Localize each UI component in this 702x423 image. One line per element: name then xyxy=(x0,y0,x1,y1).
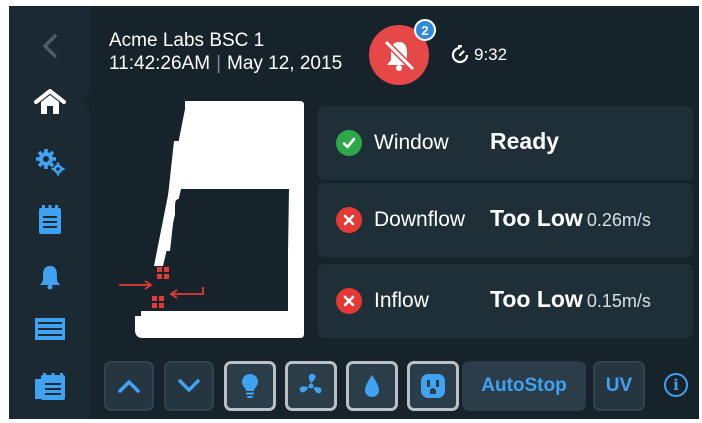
status-panel-inflow: Inflow Too Low 0.15m/s xyxy=(318,264,693,338)
timer-icon xyxy=(451,45,469,64)
cabinet-diagram xyxy=(119,101,304,338)
datetime-separator: | xyxy=(216,53,221,74)
water-drop-icon xyxy=(365,375,379,397)
home-icon xyxy=(33,89,66,114)
status-panel-downflow: Downflow Too Low 0.26m/s xyxy=(318,183,693,257)
app-screen: Acme Labs BSC 1 11:42:26AM | May 12, 2015 … xyxy=(9,6,699,419)
sidebar-item-filters[interactable] xyxy=(9,303,90,355)
sidebar-item-home[interactable] xyxy=(9,76,90,128)
gas-valve-toggle[interactable] xyxy=(346,361,398,411)
downflow-sensor-dots xyxy=(157,267,169,279)
status-label: Downflow xyxy=(374,208,466,231)
bell-icon xyxy=(39,266,60,290)
clipboard-icon xyxy=(38,205,61,234)
status-value: Too Low 0.15m/s xyxy=(490,286,651,313)
bell-muted-icon xyxy=(383,39,416,72)
fan-icon xyxy=(299,373,322,394)
active-nav-indicator xyxy=(81,92,90,110)
status-text: Too Low xyxy=(490,286,583,312)
clock-time: 11:42:26AM xyxy=(109,53,211,74)
status-text: Ready xyxy=(490,128,560,154)
error-x-icon xyxy=(336,207,362,233)
autostop-button[interactable]: AutoStop xyxy=(462,361,586,411)
sash-up-button[interactable] xyxy=(104,361,154,411)
timer-value: 9:32 xyxy=(474,45,508,64)
status-value: Too Low 0.26m/s xyxy=(490,205,651,232)
device-title: Acme Labs BSC 1 xyxy=(109,30,265,51)
status-text: Too Low xyxy=(490,205,583,231)
status-panel-window: Window Ready xyxy=(318,106,693,180)
sidebar-item-alarms[interactable] xyxy=(9,251,90,303)
cabinet-work-area xyxy=(175,199,288,315)
chevron-down-icon xyxy=(178,379,200,392)
current-date: May 12, 2015 xyxy=(227,53,343,74)
chevron-up-icon xyxy=(118,380,140,393)
work-surface xyxy=(141,311,291,321)
datetime: 11:42:26AM | May 12, 2015 xyxy=(109,53,342,75)
sash-down-button[interactable] xyxy=(164,361,214,411)
chevron-left-icon xyxy=(42,34,57,58)
status-label: Window xyxy=(374,131,449,154)
alarm-count-badge: 2 xyxy=(414,19,436,41)
check-icon xyxy=(336,130,362,156)
status-value: Ready xyxy=(490,128,559,155)
power-outlet-icon xyxy=(421,374,445,398)
info-icon[interactable]: i xyxy=(664,373,688,397)
uv-button[interactable]: UV xyxy=(593,361,645,411)
outlet-toggle[interactable] xyxy=(407,361,459,411)
inflow-sensor-dots xyxy=(152,296,164,308)
sidebar-item-settings[interactable] xyxy=(9,136,90,188)
lightbulb-icon xyxy=(242,374,258,398)
back-button[interactable] xyxy=(9,20,90,72)
countdown-timer: 9:32 xyxy=(450,45,507,65)
autostop-label: AutoStop xyxy=(481,375,567,396)
status-label: Inflow xyxy=(374,289,429,312)
status-reading: 0.26m/s xyxy=(586,210,651,230)
error-x-icon xyxy=(336,288,362,314)
control-bar: AutoStop UV xyxy=(9,358,699,419)
status-reading: 0.15m/s xyxy=(586,291,651,311)
fan-toggle[interactable] xyxy=(285,361,337,411)
uv-label: UV xyxy=(605,375,633,396)
gears-icon xyxy=(35,149,64,176)
sidebar-item-log[interactable] xyxy=(9,194,90,246)
filter-icon xyxy=(34,318,65,340)
light-toggle[interactable] xyxy=(224,361,276,411)
